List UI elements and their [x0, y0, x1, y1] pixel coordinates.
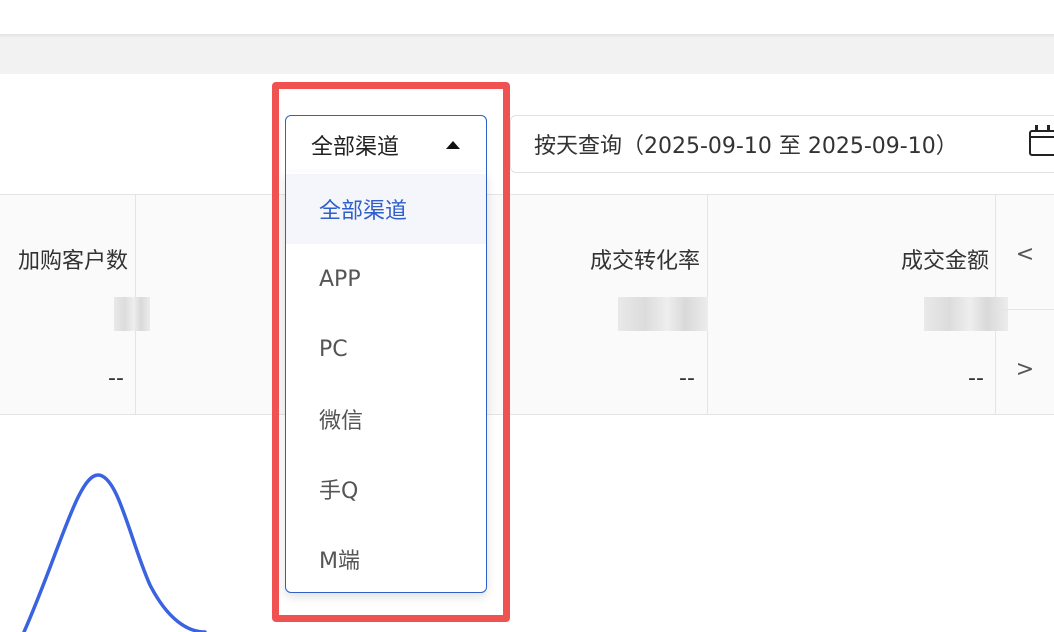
channel-select-value: 全部渠道 — [311, 134, 400, 160]
pager-divider — [996, 309, 1054, 310]
metric-label-deal-amount: 成交金额 — [900, 249, 989, 274]
channel-select[interactable]: 全部渠道 — [285, 115, 487, 173]
channel-option-app[interactable]: APP — [286, 244, 486, 314]
metric-value-conversion-rate: -- — [679, 366, 695, 391]
trend-chart — [22, 473, 207, 632]
caret-up-icon — [446, 141, 460, 149]
metric-blurred-value — [618, 297, 708, 331]
metrics-panel: 加购客户数 -- 成交转化率 -- 成交金额 -- < > — [0, 194, 1054, 415]
prev-metrics-button[interactable]: < — [996, 199, 1054, 309]
metric-label-conversion-rate: 成交转化率 — [589, 249, 700, 274]
trend-line — [22, 473, 207, 632]
calendar-icon[interactable] — [1029, 125, 1054, 156]
date-query-label: 按天查询（2025-09-10 至 2025-09-10） — [534, 134, 958, 159]
top-bar — [0, 0, 1054, 34]
metric-label-add-to-cart-customers: 加购客户数 — [17, 249, 128, 274]
channel-option-wechat[interactable]: 微信 — [286, 384, 486, 454]
next-metrics-button[interactable]: > — [996, 314, 1054, 424]
channel-option-all[interactable]: 全部渠道 — [286, 174, 486, 244]
channel-option-mobile-qq[interactable]: 手Q — [286, 454, 486, 524]
channel-option-m-site[interactable]: M端 — [286, 524, 486, 594]
header-strip — [0, 34, 1054, 74]
metric-value-deal-amount: -- — [968, 366, 984, 391]
date-query-input[interactable]: 按天查询（2025-09-10 至 2025-09-10） — [510, 115, 1054, 173]
channel-option-pc[interactable]: PC — [286, 314, 486, 384]
metric-blurred-value — [114, 297, 150, 331]
metric-value-add-to-cart-customers: -- — [108, 366, 124, 391]
channel-dropdown: 全部渠道 APP PC 微信 手Q M端 — [285, 172, 487, 593]
top-bar-shadow — [0, 34, 1054, 38]
